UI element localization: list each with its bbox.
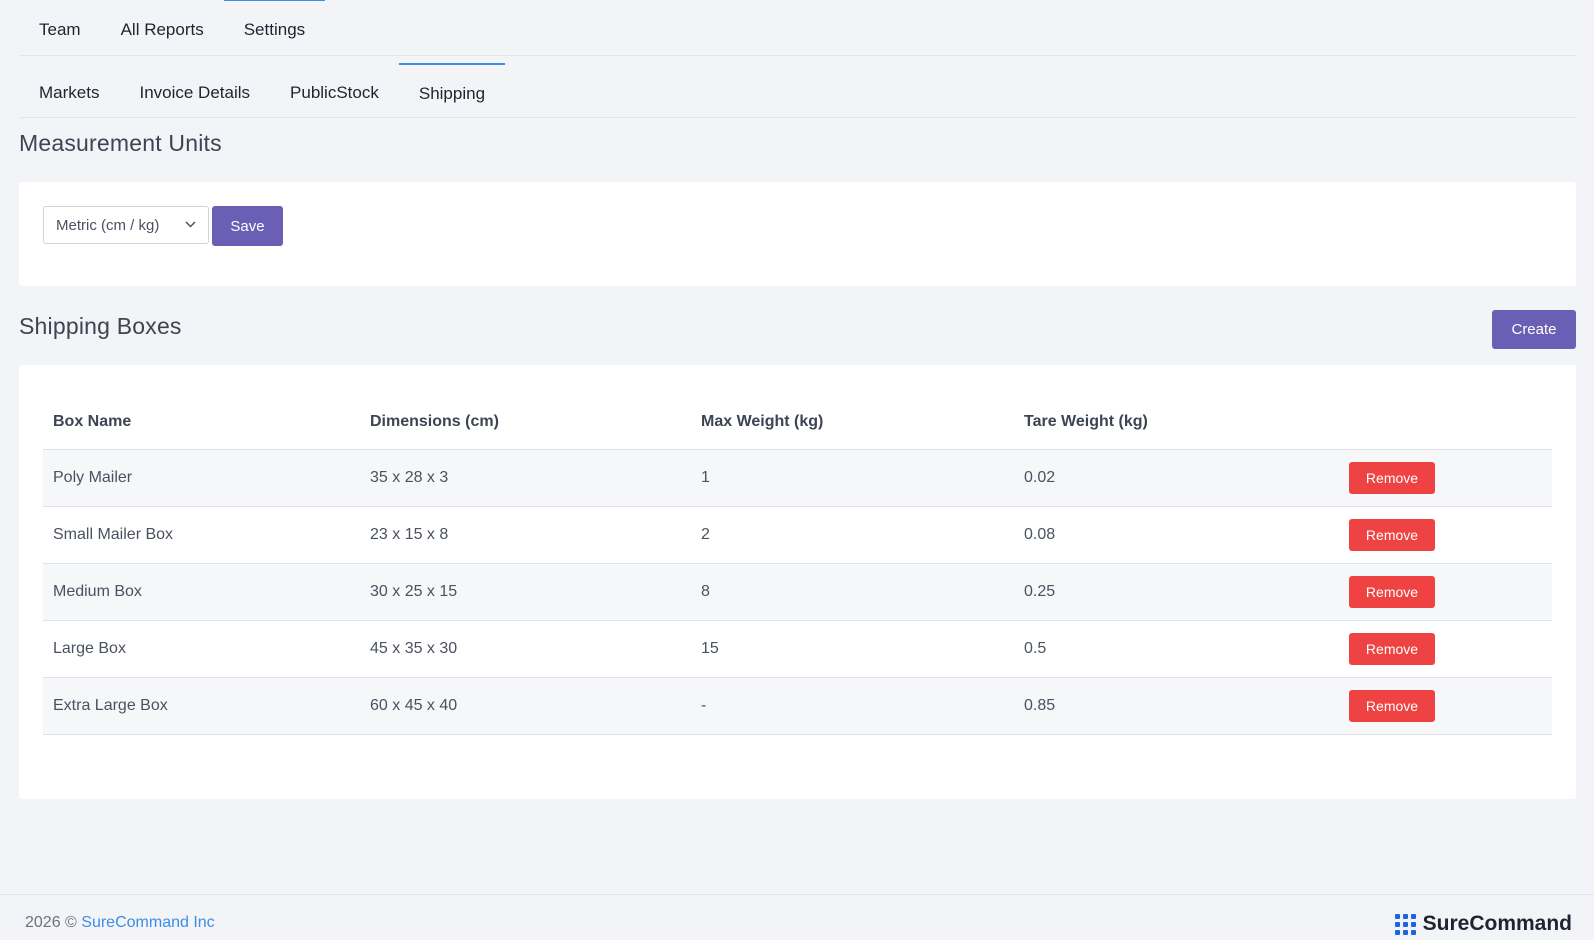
tare-weight-cell: 0.85 — [1014, 677, 1339, 735]
unit-select[interactable]: Metric (cm / kg) — [43, 206, 209, 244]
dimensions-cell: 45 x 35 x 30 — [360, 620, 691, 678]
box-name-cell: Small Mailer Box — [43, 506, 360, 564]
tare-weight-cell: 0.25 — [1014, 563, 1339, 621]
tab-invoice-details[interactable]: Invoice Details — [119, 83, 270, 117]
main-content: Team All Reports Settings Markets Invoic… — [19, 0, 1576, 799]
max-weight-cell: 2 — [691, 506, 1014, 564]
tab-settings[interactable]: Settings — [223, 0, 326, 55]
tab-all-reports[interactable]: All Reports — [101, 20, 224, 55]
save-button[interactable]: Save — [212, 206, 283, 246]
box-name-cell: Large Box — [43, 620, 360, 678]
table-row: Medium Box 30 x 25 x 15 8 0.25 Remove — [43, 563, 1552, 621]
remove-button[interactable]: Remove — [1349, 461, 1435, 494]
box-name-cell: Medium Box — [43, 563, 360, 621]
tab-markets[interactable]: Markets — [19, 83, 119, 117]
tare-weight-cell: 0.5 — [1014, 620, 1339, 678]
grid-logo-icon — [1394, 913, 1416, 935]
actions-cell: Remove — [1339, 677, 1552, 735]
dimensions-cell: 23 x 15 x 8 — [360, 506, 691, 564]
dimensions-cell: 30 x 25 x 15 — [360, 563, 691, 621]
column-header-max-weight: Max Weight (kg) — [691, 395, 1014, 450]
measurement-units-card: Metric (cm / kg) Save — [19, 182, 1576, 286]
tare-weight-cell: 0.02 — [1014, 449, 1339, 507]
actions-cell: Remove — [1339, 449, 1552, 507]
tab-shipping[interactable]: Shipping — [398, 63, 506, 117]
box-name-cell: Extra Large Box — [43, 677, 360, 735]
box-name-cell: Poly Mailer — [43, 449, 360, 507]
remove-button[interactable]: Remove — [1349, 689, 1435, 722]
column-header-dimensions: Dimensions (cm) — [360, 395, 691, 450]
tab-team[interactable]: Team — [19, 20, 101, 55]
table-row: Poly Mailer 35 x 28 x 3 1 0.02 Remove — [43, 449, 1552, 507]
company-link[interactable]: SureCommand Inc — [81, 914, 214, 931]
remove-button[interactable]: Remove — [1349, 632, 1435, 665]
remove-button[interactable]: Remove — [1349, 518, 1435, 551]
settings-sub-tab-bar: Markets Invoice Details PublicStock Ship… — [19, 56, 1576, 118]
table-row: Extra Large Box 60 x 45 x 40 - 0.85 Remo… — [43, 677, 1552, 735]
column-header-actions — [1339, 395, 1552, 450]
column-header-box-name: Box Name — [43, 395, 360, 450]
tab-publicstock[interactable]: PublicStock — [270, 83, 399, 117]
max-weight-cell: 8 — [691, 563, 1014, 621]
shipping-boxes-table: Box Name Dimensions (cm) Max Weight (kg)… — [43, 395, 1552, 735]
table-row: Large Box 45 x 35 x 30 15 0.5 Remove — [43, 620, 1552, 678]
column-header-tare-weight: Tare Weight (kg) — [1014, 395, 1339, 450]
unit-select-value: Metric (cm / kg) — [56, 216, 160, 234]
top-tab-bar: Team All Reports Settings — [19, 0, 1576, 56]
brand-name: SureCommand — [1422, 912, 1572, 935]
actions-cell: Remove — [1339, 506, 1552, 564]
max-weight-cell: 15 — [691, 620, 1014, 678]
dimensions-cell: 35 x 28 x 3 — [360, 449, 691, 507]
brand-logo: SureCommand — [1394, 912, 1572, 936]
max-weight-cell: 1 — [691, 449, 1014, 507]
remove-button[interactable]: Remove — [1349, 575, 1435, 608]
chevron-down-icon — [185, 219, 196, 231]
copyright: 2026 © SureCommand Inc — [25, 914, 215, 932]
create-button[interactable]: Create — [1492, 310, 1576, 349]
dimensions-cell: 60 x 45 x 40 — [360, 677, 691, 735]
table-header-row: Box Name Dimensions (cm) Max Weight (kg)… — [43, 395, 1552, 450]
tare-weight-cell: 0.08 — [1014, 506, 1339, 564]
shipping-boxes-card: Box Name Dimensions (cm) Max Weight (kg)… — [19, 365, 1576, 799]
max-weight-cell: - — [691, 677, 1014, 735]
table-row: Small Mailer Box 23 x 15 x 8 2 0.08 Remo… — [43, 506, 1552, 564]
measurement-units-title: Measurement Units — [19, 130, 222, 156]
footer: 2026 © SureCommand Inc SureCommand — [0, 894, 1594, 940]
shipping-boxes-title: Shipping Boxes — [19, 313, 182, 339]
actions-cell: Remove — [1339, 563, 1552, 621]
actions-cell: Remove — [1339, 620, 1552, 678]
copyright-year: 2026 © — [25, 914, 77, 931]
